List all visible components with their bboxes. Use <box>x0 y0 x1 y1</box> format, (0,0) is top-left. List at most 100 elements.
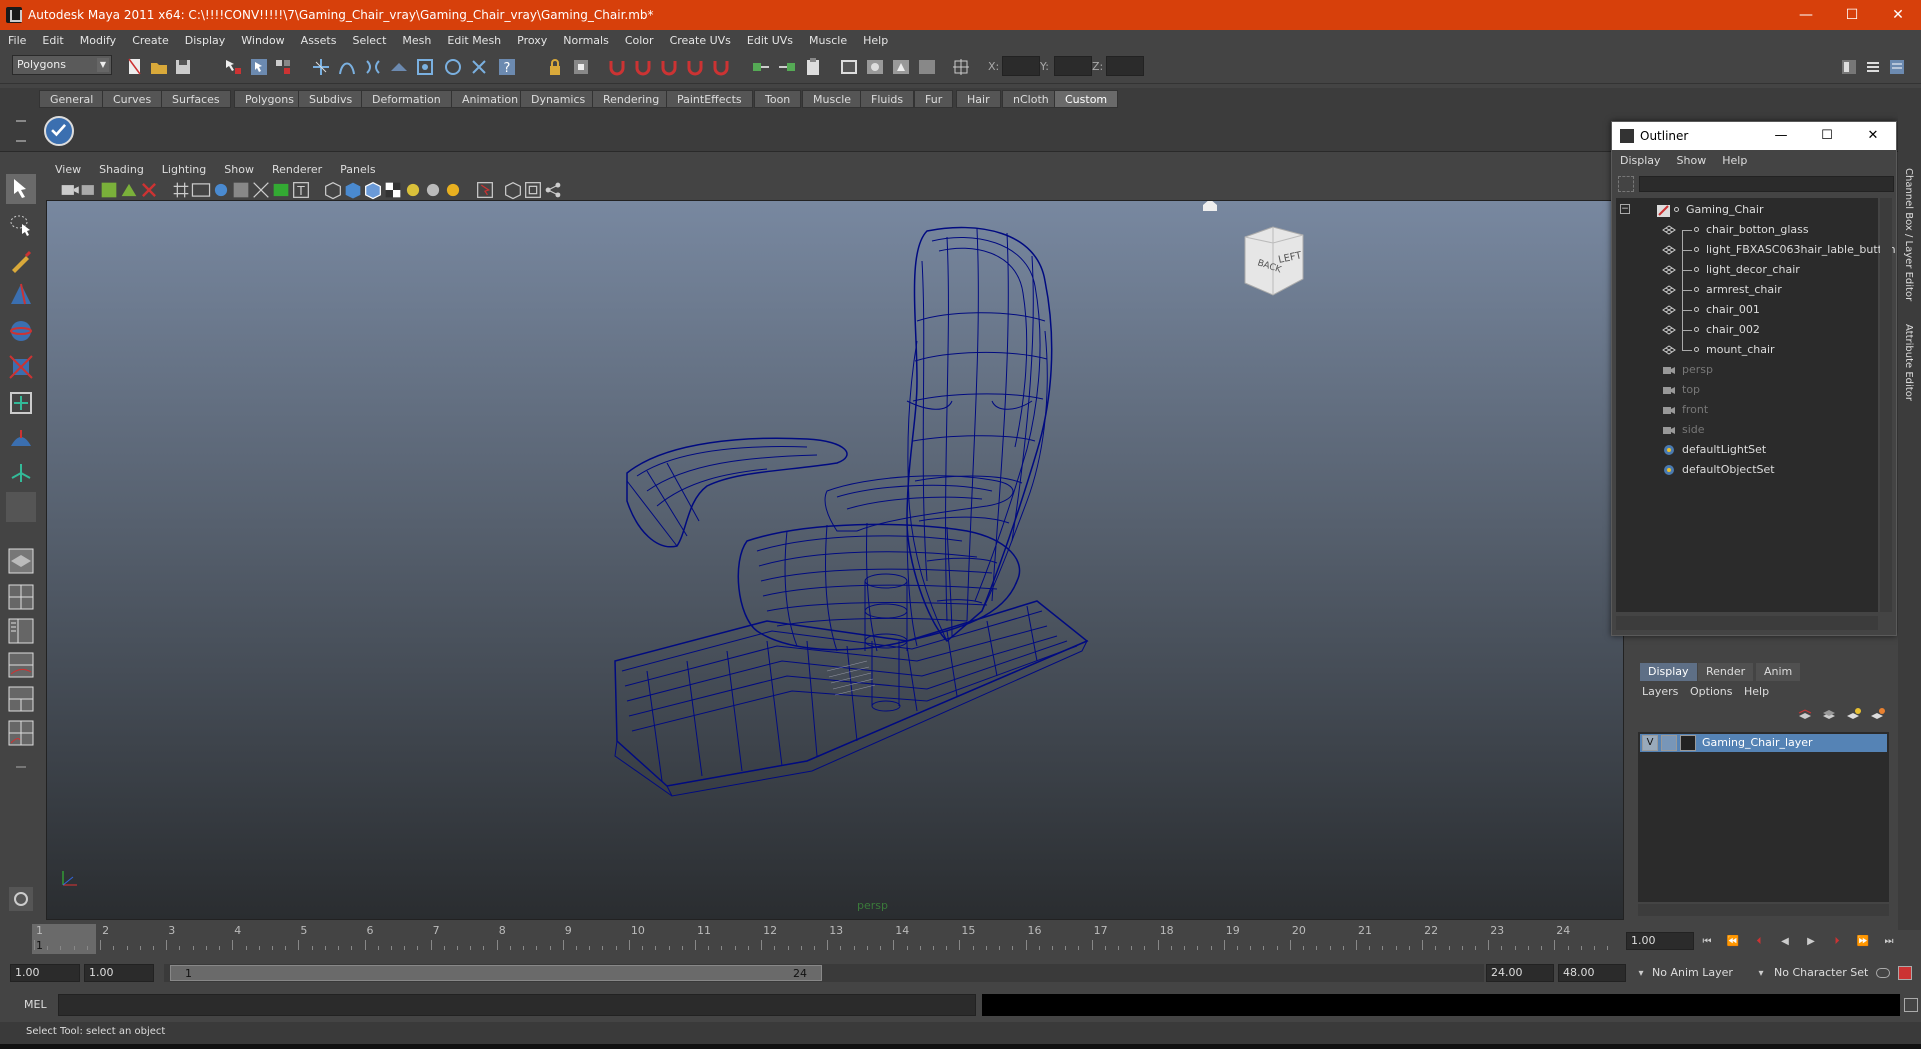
perspective-viewport[interactable]: BACK LEFT persp <box>46 200 1624 920</box>
outliner-item-side[interactable]: side <box>1616 420 1878 440</box>
layout-hypershade-icon[interactable] <box>6 684 36 714</box>
shelf-tab-polygons[interactable]: Polygons <box>234 90 305 108</box>
magnet-icon-2[interactable] <box>632 56 654 78</box>
shadows-icon[interactable] <box>442 179 460 197</box>
layout-single-pane-icon[interactable] <box>6 546 36 576</box>
viewport-menu-panels[interactable]: Panels <box>331 163 384 176</box>
shelf-tab-dynamics[interactable]: Dynamics <box>520 90 597 108</box>
outliner-menu-show[interactable]: Show <box>1669 154 1715 167</box>
layer-tab-anim[interactable]: Anim <box>1756 663 1801 681</box>
shelf-tab-general[interactable]: General <box>39 90 105 108</box>
new-layer-from-selection-icon[interactable] <box>1844 706 1862 724</box>
menu-file[interactable]: File <box>0 34 34 47</box>
viewport-menu-show[interactable]: Show <box>215 163 263 176</box>
clipboard-icon[interactable] <box>802 56 824 78</box>
input-ops-icon[interactable] <box>750 56 772 78</box>
show-manip-tool-icon[interactable] <box>6 458 36 488</box>
menu-help[interactable]: Help <box>855 34 896 47</box>
toolbox-collapse-icon[interactable] <box>6 752 36 782</box>
wireframe-icon[interactable] <box>322 179 341 200</box>
character-set-dropdown-icon[interactable]: ▾ <box>1752 966 1770 982</box>
range-track[interactable]: 1 24 <box>164 964 1484 982</box>
maximize-button[interactable]: ☐ <box>1829 0 1875 30</box>
outliner-close-button[interactable]: ✕ <box>1850 122 1896 150</box>
magnet-icon-3[interactable] <box>658 56 680 78</box>
shelf-tab-fluids[interactable]: Fluids <box>860 90 915 108</box>
layer-tab-display[interactable]: Display <box>1640 663 1697 681</box>
layer-menu-help[interactable]: Help <box>1744 685 1769 698</box>
z-input[interactable] <box>1106 56 1144 76</box>
new-scene-icon[interactable] <box>124 56 146 78</box>
viewport-menu-shading[interactable]: Shading <box>90 163 153 176</box>
outliner-item-front[interactable]: front <box>1616 400 1878 420</box>
go-to-start-icon[interactable]: ⏮ <box>1698 934 1716 950</box>
outliner-item-gaming-chair[interactable]: − Gaming_Chair <box>1616 200 1878 220</box>
menu-proxy[interactable]: Proxy <box>509 34 555 47</box>
paint-select-tool-icon[interactable] <box>6 246 36 276</box>
outliner-item-light-fbx-hair-lable-button[interactable]: light_FBXASC063hair_lable_button <box>1616 240 1896 260</box>
playback-start-field[interactable]: 1.00 <box>84 964 154 982</box>
xray-joints-icon[interactable] <box>522 179 541 198</box>
layer-row-gaming-chair[interactable]: V Gaming_Chair_layer <box>1640 734 1887 752</box>
all-lights-icon[interactable] <box>422 179 440 197</box>
outliner-item-top[interactable]: top <box>1616 380 1878 400</box>
minimize-button[interactable]: — <box>1783 0 1829 30</box>
channel-box-tab[interactable]: Channel Box / Layer Editor <box>1903 168 1914 301</box>
shelf-menu-handle-icon[interactable] <box>16 120 26 142</box>
outliner-item-persp[interactable]: persp <box>1616 360 1878 380</box>
layer-color-swatch[interactable] <box>1680 735 1696 751</box>
shelf-tab-animation[interactable]: Animation <box>451 90 530 108</box>
character-set-selector[interactable]: No Character Set <box>1774 966 1868 979</box>
time-slider[interactable]: 1 2 3 4 5 6 7 8 9 10 11 12 13 14 15 16 17 18 19 20 21 22 23 24 … <box>8 922 1624 956</box>
select-component-icon[interactable] <box>272 56 294 78</box>
layer-horizontal-scrollbar[interactable] <box>1638 904 1889 916</box>
shelf-tab-rendering[interactable]: Rendering <box>592 90 671 108</box>
shelf-tab-subdivs[interactable]: Subdivs <box>298 90 364 108</box>
anim-layer-dropdown-icon[interactable]: ▾ <box>1632 966 1650 982</box>
shelf-tab-painteffects[interactable]: PaintEffects <box>666 90 753 108</box>
lasso-tool-icon[interactable] <box>6 210 36 240</box>
select-by-type-icon[interactable] <box>570 56 592 78</box>
current-time-field[interactable]: 1.00 <box>1626 932 1694 950</box>
resolution-gate-icon[interactable] <box>210 179 228 197</box>
default-lighting-icon[interactable] <box>402 179 420 197</box>
layer-playback-toggle[interactable] <box>1661 735 1677 751</box>
construction-icon[interactable] <box>468 56 490 78</box>
command-language-label[interactable]: MEL <box>24 998 47 1011</box>
menu-set-dropdown[interactable]: Polygons ▼ <box>12 55 112 75</box>
show-channel-box-icon[interactable] <box>1886 56 1908 78</box>
new-layer-icon[interactable] <box>1820 706 1838 724</box>
scale-tool-icon[interactable] <box>6 352 36 382</box>
select-hierarchy-icon[interactable] <box>222 56 244 78</box>
viewport-menu-view[interactable]: View <box>46 163 90 176</box>
outliner-horizontal-scrollbar[interactable] <box>1616 616 1878 630</box>
menu-color[interactable]: Color <box>617 34 662 47</box>
shelf-tab-ncloth[interactable]: nCloth <box>1002 90 1060 108</box>
command-input[interactable] <box>58 994 976 1016</box>
wireframe-on-shaded-icon[interactable] <box>362 179 381 200</box>
auto-key-icon[interactable] <box>1876 968 1890 978</box>
shelf-tab-hair[interactable]: Hair <box>956 90 1001 108</box>
outliner-item-light-decor-chair[interactable]: light_decor_chair <box>1616 260 1878 280</box>
outliner-maximize-button[interactable]: ☐ <box>1804 122 1850 150</box>
end-time-field[interactable]: 48.00 <box>1558 964 1626 982</box>
menu-edit-mesh[interactable]: Edit Mesh <box>439 34 509 47</box>
layer-visibility-toggle[interactable]: V <box>1642 735 1658 751</box>
shelf-tab-curves[interactable]: Curves <box>102 90 163 108</box>
film-gate-icon[interactable] <box>190 179 211 197</box>
magnet-icon-4[interactable] <box>684 56 706 78</box>
menu-normals[interactable]: Normals <box>555 34 617 47</box>
select-object-icon[interactable] <box>248 56 270 78</box>
layout-four-pane-icon[interactable] <box>6 582 36 612</box>
two-d-pan-icon[interactable] <box>138 179 156 197</box>
save-scene-icon[interactable] <box>172 56 194 78</box>
camera-select-icon[interactable] <box>58 179 79 197</box>
menu-muscle[interactable]: Muscle <box>801 34 855 47</box>
snap-curve-icon[interactable] <box>336 56 358 78</box>
shelf-tab-surfaces[interactable]: Surfaces <box>161 90 231 108</box>
menu-edit-uvs[interactable]: Edit UVs <box>739 34 801 47</box>
outliner-menu-display[interactable]: Display <box>1612 154 1669 167</box>
safe-title-icon[interactable]: T <box>290 179 309 198</box>
open-scene-icon[interactable] <box>148 56 170 78</box>
go-to-end-icon[interactable]: ⏭ <box>1880 934 1898 950</box>
